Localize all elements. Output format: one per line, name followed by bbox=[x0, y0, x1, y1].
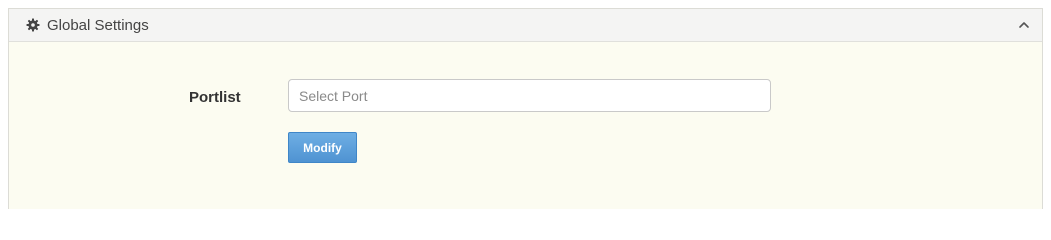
panel-header[interactable]: Global Settings bbox=[9, 9, 1042, 42]
portlist-input[interactable] bbox=[288, 79, 771, 112]
modify-button[interactable]: Modify bbox=[288, 132, 357, 163]
panel-title: Global Settings bbox=[47, 17, 149, 34]
portlist-label: Portlist bbox=[189, 89, 241, 106]
global-settings-panel: Global Settings Portlist Modify bbox=[8, 8, 1043, 209]
gear-icon bbox=[26, 18, 40, 32]
chevron-up-icon[interactable] bbox=[1016, 17, 1032, 33]
